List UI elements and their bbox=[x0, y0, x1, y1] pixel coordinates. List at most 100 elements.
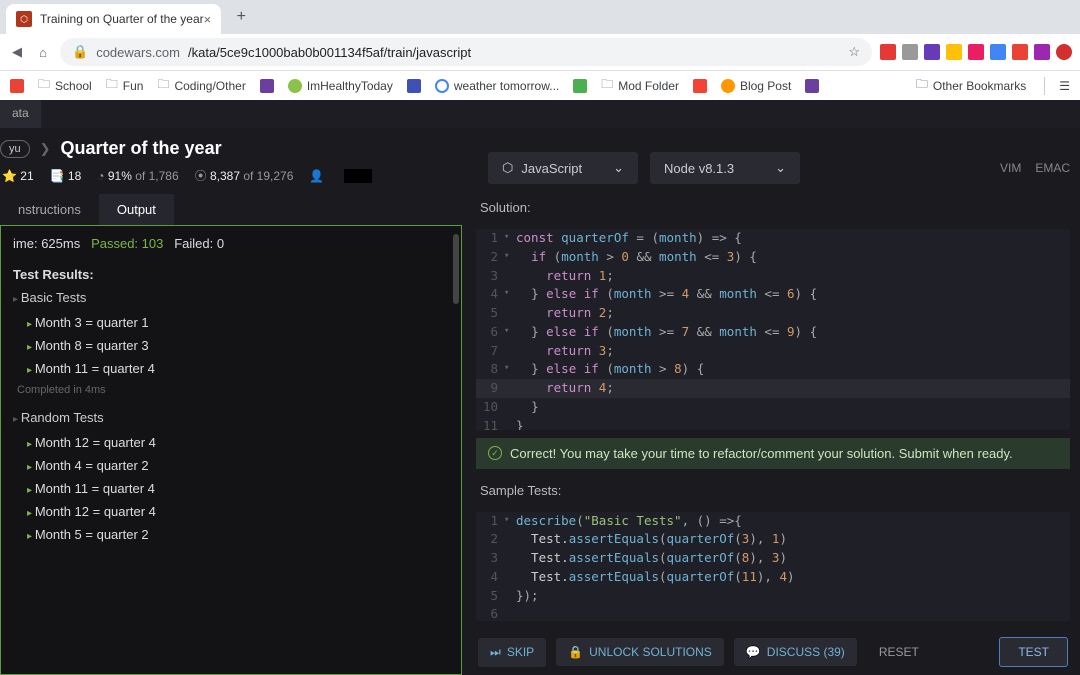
code-line[interactable]: 1▾const quarterOf = (month) => { bbox=[476, 229, 1070, 248]
test-button[interactable]: TEST bbox=[999, 637, 1068, 667]
ext-icon[interactable] bbox=[1012, 44, 1028, 60]
fold-icon[interactable] bbox=[504, 530, 516, 549]
fold-icon[interactable] bbox=[504, 587, 516, 606]
code-content[interactable]: const quarterOf = (month) => { bbox=[516, 229, 1070, 248]
runtime-selector[interactable]: Node v8.1.3 ⌄ bbox=[650, 152, 800, 184]
fold-icon[interactable] bbox=[504, 398, 516, 417]
fold-icon[interactable]: ▾ bbox=[504, 285, 516, 304]
code-line[interactable]: 6▾ } else if (month >= 7 && month <= 9) … bbox=[476, 323, 1070, 342]
code-line[interactable]: 1▾describe("Basic Tests", () =>{ bbox=[476, 512, 1070, 531]
fold-icon[interactable] bbox=[504, 417, 516, 430]
fold-icon[interactable] bbox=[504, 549, 516, 568]
emacs-mode[interactable]: EMAC bbox=[1035, 161, 1070, 175]
star-icon[interactable]: ☆ bbox=[848, 44, 860, 60]
fold-icon[interactable]: ▾ bbox=[504, 248, 516, 267]
code-line[interactable]: 11} bbox=[476, 417, 1070, 430]
other-bookmarks[interactable]: 🗀Other Bookmarks bbox=[916, 75, 1026, 96]
code-content[interactable]: } else if (month >= 7 && month <= 9) { bbox=[516, 323, 1070, 342]
code-line[interactable]: 4▾ } else if (month >= 4 && month <= 6) … bbox=[476, 285, 1070, 304]
fold-icon[interactable] bbox=[504, 342, 516, 361]
fold-icon[interactable]: ▾ bbox=[504, 512, 516, 531]
code-content[interactable]: describe("Basic Tests", () =>{ bbox=[516, 512, 1070, 531]
code-line[interactable]: 5}); bbox=[476, 587, 1070, 606]
code-content[interactable]: if (month > 0 && month <= 3) { bbox=[516, 248, 1070, 267]
code-content[interactable]: return 1; bbox=[516, 267, 1070, 286]
sample-tests-editor[interactable]: 1▾describe("Basic Tests", () =>{2 Test.a… bbox=[476, 512, 1070, 621]
code-content[interactable]: } bbox=[516, 398, 1070, 417]
code-line[interactable]: 4 Test.assertEquals(quarterOf(11), 4) bbox=[476, 568, 1070, 587]
language-selector[interactable]: ⬡ JavaScript ⌄ bbox=[488, 152, 638, 184]
suite-random[interactable]: Random Tests bbox=[13, 410, 449, 425]
code-line[interactable]: 6 bbox=[476, 605, 1070, 621]
tab-output[interactable]: Output bbox=[99, 194, 174, 225]
ext-icon[interactable] bbox=[990, 44, 1006, 60]
code-line[interactable]: 10 } bbox=[476, 398, 1070, 417]
bookmark-folder[interactable]: 🗀Mod Folder bbox=[601, 75, 679, 96]
tab-instructions[interactable]: nstructions bbox=[0, 194, 99, 225]
discuss-button[interactable]: 💬DISCUSS (39) bbox=[734, 638, 857, 666]
bookmark-item[interactable] bbox=[407, 79, 421, 93]
code-content[interactable]: return 4; bbox=[516, 379, 1070, 398]
browser-tab[interactable]: ⬡ Training on Quarter of the year × bbox=[6, 4, 221, 34]
code-content[interactable]: } else if (month >= 4 && month <= 6) { bbox=[516, 285, 1070, 304]
new-tab-button[interactable]: + bbox=[229, 5, 253, 29]
solution-editor[interactable]: 1▾const quarterOf = (month) => {2▾ if (m… bbox=[476, 229, 1070, 430]
suite-basic[interactable]: Basic Tests bbox=[13, 290, 449, 305]
code-content[interactable]: Test.assertEquals(quarterOf(3), 1) bbox=[516, 530, 1070, 549]
fold-icon[interactable] bbox=[504, 568, 516, 587]
code-line[interactable]: 2▾ if (month > 0 && month <= 3) { bbox=[476, 248, 1070, 267]
scrollbar[interactable] bbox=[453, 234, 459, 304]
ext-icon[interactable] bbox=[924, 44, 940, 60]
back-icon[interactable]: ◀ bbox=[8, 43, 26, 61]
code-line[interactable]: 3 return 1; bbox=[476, 267, 1070, 286]
code-line[interactable]: 5 return 2; bbox=[476, 304, 1070, 323]
url-input[interactable]: 🔒 codewars.com/kata/5ce9c1000bab0b001134… bbox=[60, 38, 872, 66]
bookmark-item[interactable] bbox=[693, 79, 707, 93]
bookmark-item[interactable] bbox=[573, 79, 587, 93]
ext-icon[interactable] bbox=[1034, 44, 1050, 60]
bookmark-folder[interactable]: 🗀Coding/Other bbox=[157, 75, 245, 96]
reset-button[interactable]: RESET bbox=[867, 638, 931, 666]
bookmark-item[interactable]: Blog Post bbox=[721, 79, 791, 93]
bookmark-item[interactable]: ImHealthyToday bbox=[288, 79, 393, 93]
skip-button[interactable]: ⏭SKIP bbox=[478, 638, 546, 667]
bookmark-item[interactable]: weather tomorrow... bbox=[435, 79, 559, 93]
code-content[interactable]: }); bbox=[516, 587, 1070, 606]
bookmark-item[interactable] bbox=[10, 79, 24, 93]
code-content[interactable]: return 3; bbox=[516, 342, 1070, 361]
code-content[interactable]: return 2; bbox=[516, 304, 1070, 323]
code-line[interactable]: 7 return 3; bbox=[476, 342, 1070, 361]
ext-icon[interactable] bbox=[946, 44, 962, 60]
code-line[interactable]: 9 return 4; bbox=[476, 379, 1070, 398]
fold-icon[interactable]: ▾ bbox=[504, 323, 516, 342]
code-content[interactable]: Test.assertEquals(quarterOf(11), 4) bbox=[516, 568, 1070, 587]
ext-icon[interactable] bbox=[902, 44, 918, 60]
bookmark-item[interactable] bbox=[805, 79, 819, 93]
code-content[interactable] bbox=[516, 605, 1070, 621]
ext-icon[interactable] bbox=[968, 44, 984, 60]
bookmark-folder[interactable]: 🗀School bbox=[38, 75, 92, 96]
fold-icon[interactable]: ▾ bbox=[504, 360, 516, 379]
code-content[interactable]: } else if (month > 8) { bbox=[516, 360, 1070, 379]
bookmark-folder[interactable]: 🗀Fun bbox=[106, 75, 144, 96]
runtime-label: Node v8.1.3 bbox=[664, 161, 734, 176]
code-line[interactable]: 8▾ } else if (month > 8) { bbox=[476, 360, 1070, 379]
home-icon[interactable]: ⌂ bbox=[34, 43, 52, 61]
ext-icon[interactable] bbox=[880, 44, 896, 60]
code-content[interactable]: } bbox=[516, 417, 1070, 430]
fold-icon[interactable] bbox=[504, 379, 516, 398]
reading-list-icon[interactable]: ☰ bbox=[1059, 79, 1070, 93]
bookmark-item[interactable] bbox=[260, 79, 274, 93]
unlock-button[interactable]: 🔒UNLOCK SOLUTIONS bbox=[556, 638, 724, 666]
close-tab-icon[interactable]: × bbox=[204, 12, 212, 27]
code-content[interactable]: Test.assertEquals(quarterOf(8), 3) bbox=[516, 549, 1070, 568]
code-line[interactable]: 2 Test.assertEquals(quarterOf(3), 1) bbox=[476, 530, 1070, 549]
fold-icon[interactable] bbox=[504, 304, 516, 323]
nav-item[interactable]: ata bbox=[0, 100, 41, 128]
abp-icon[interactable] bbox=[1056, 44, 1072, 60]
code-line[interactable]: 3 Test.assertEquals(quarterOf(8), 3) bbox=[476, 549, 1070, 568]
vim-mode[interactable]: VIM bbox=[1000, 161, 1021, 175]
fold-icon[interactable] bbox=[504, 267, 516, 286]
fold-icon[interactable] bbox=[504, 605, 516, 621]
fold-icon[interactable]: ▾ bbox=[504, 229, 516, 248]
